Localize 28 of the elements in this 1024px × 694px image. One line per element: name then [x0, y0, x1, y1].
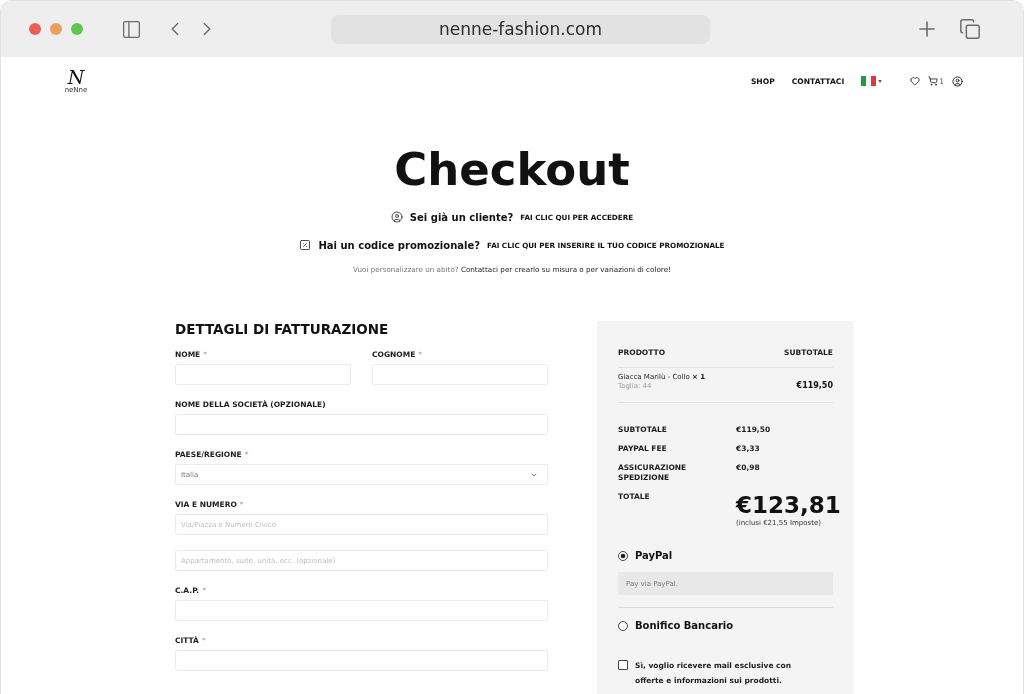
address-bar[interactable]: nenne-fashion.com [331, 14, 710, 44]
logo-letter[interactable]: N [67, 68, 85, 86]
flag-icon [861, 76, 877, 86]
radio-button[interactable] [618, 551, 628, 561]
sidebar-icon [121, 18, 142, 40]
user-icon [390, 211, 403, 223]
heart-icon [910, 76, 921, 86]
payment-method-label[interactable]: PayPal [635, 550, 673, 562]
cart-icon [928, 76, 939, 86]
user-icon [952, 75, 963, 87]
tabs-button[interactable] [959, 18, 981, 40]
section-title: DETTAGLI DI FATTURAZIONE [175, 322, 390, 337]
notice-question: Hai un codice promozionale? [318, 239, 481, 251]
caret-icon [878, 79, 883, 83]
checkbox[interactable] [618, 660, 628, 670]
notice-question: Sei già un cliente? [409, 211, 514, 223]
sidebar-button[interactable] [121, 18, 142, 40]
page-title: Checkout [394, 147, 630, 192]
grand-total: €123,81 [736, 493, 841, 517]
radio-button[interactable] [618, 621, 628, 631]
tabs-icon [959, 18, 981, 40]
language-button[interactable] [861, 76, 883, 86]
wishlist-button[interactable] [910, 76, 921, 86]
product-price: €119,50 [796, 381, 833, 391]
account-button[interactable] [952, 75, 963, 87]
payment-method-label[interactable]: Bonifico Bancario [635, 620, 734, 632]
window-close-icon[interactable] [29, 23, 41, 35]
percent-icon [299, 239, 312, 251]
